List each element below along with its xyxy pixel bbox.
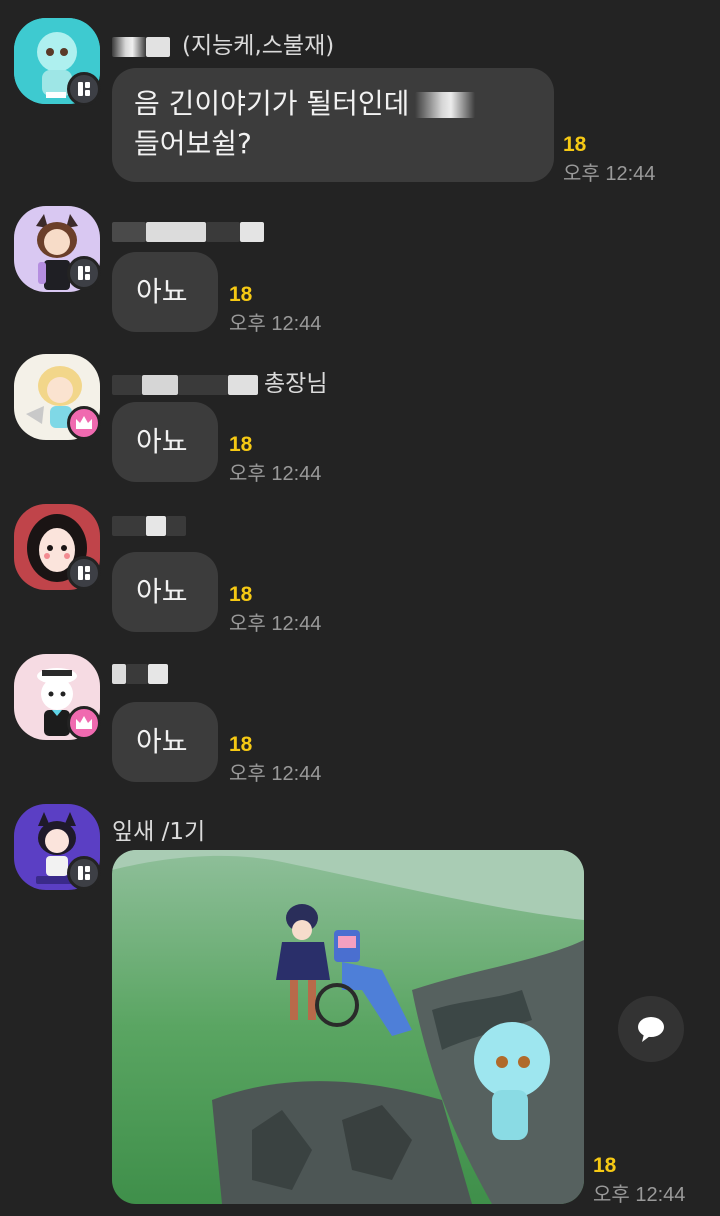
redacted-name [146, 221, 206, 242]
sender-name[interactable] [112, 660, 168, 686]
timestamp: 오후 12:44 [563, 163, 656, 185]
redacted-name [148, 663, 168, 684]
redacted-name [126, 663, 148, 684]
message-meta: 18 오후 12:44 [229, 583, 321, 636]
redacted-name [240, 221, 264, 242]
redacted-name [112, 515, 146, 536]
sender-name[interactable] [112, 218, 264, 244]
manager-badge-icon [67, 72, 101, 106]
message-text: 아뇨 [136, 575, 188, 608]
manager-badge-icon [67, 556, 101, 590]
message-text: 음 긴이야기가 될터인데 [134, 84, 532, 124]
redacted-name [146, 36, 170, 57]
timestamp: 오후 12:44 [229, 763, 322, 785]
sender-name[interactable]: (지능케,스불재) [112, 26, 334, 60]
message-meta: 18 오후 12:44 [229, 433, 321, 486]
unread-count: 18 [229, 583, 253, 606]
message-meta: 18 오후 12:44 [563, 133, 655, 186]
redacted-name [206, 221, 240, 242]
unread-count: 18 [229, 733, 253, 756]
redacted-name [112, 36, 146, 57]
crown-badge-icon [67, 706, 101, 740]
message-meta: 18 오후 12:44 [229, 733, 321, 786]
chat-room: (지능케,스불재) 음 긴이야기가 될터인데 들어보쉴? 18 오후 12:44 [0, 0, 720, 1216]
crown-badge-icon [67, 406, 101, 440]
redacted-name [178, 374, 228, 395]
photo-attachment[interactable] [112, 850, 584, 1204]
sender-name[interactable]: 잎새 /1기 [112, 812, 205, 846]
sender-name-text: (지능케,스불재) [182, 33, 335, 59]
speech-bubble-icon [638, 1017, 664, 1042]
redacted-text [415, 92, 476, 118]
message-text: 아뇨 [136, 725, 188, 758]
sender-name-text: 총장님 [264, 371, 328, 397]
manager-badge-icon [67, 256, 101, 290]
sender-name[interactable]: 총장님 [112, 364, 327, 398]
message-meta: 18 오후 12:44 [593, 1154, 685, 1207]
comment-button[interactable] [618, 996, 684, 1062]
manager-badge-icon [67, 856, 101, 890]
redacted-name [112, 374, 142, 395]
unread-count: 18 [229, 283, 253, 306]
unread-count: 18 [593, 1154, 617, 1177]
message-bubble[interactable]: 음 긴이야기가 될터인데 들어보쉴? [112, 68, 554, 182]
redacted-name [146, 515, 166, 536]
sender-name[interactable] [112, 512, 186, 538]
redacted-name [166, 515, 186, 536]
timestamp: 오후 12:44 [229, 463, 322, 485]
message-bubble[interactable]: 아뇨 [112, 402, 218, 482]
redacted-name [112, 663, 126, 684]
message-text: 들어보쉴? [134, 127, 252, 160]
timestamp: 오후 12:44 [229, 313, 322, 335]
message-meta: 18 오후 12:44 [229, 283, 321, 336]
message-bubble[interactable]: 아뇨 [112, 702, 218, 782]
message-bubble[interactable]: 아뇨 [112, 552, 218, 632]
message-text: 아뇨 [136, 425, 188, 458]
message-text: 아뇨 [136, 275, 188, 308]
redacted-name [228, 374, 258, 395]
timestamp: 오후 12:44 [593, 1184, 686, 1206]
unread-count: 18 [229, 433, 253, 456]
unread-count: 18 [563, 133, 587, 156]
redacted-name [112, 221, 146, 242]
redacted-name [142, 374, 178, 395]
timestamp: 오후 12:44 [229, 613, 322, 635]
message-bubble[interactable]: 아뇨 [112, 252, 218, 332]
